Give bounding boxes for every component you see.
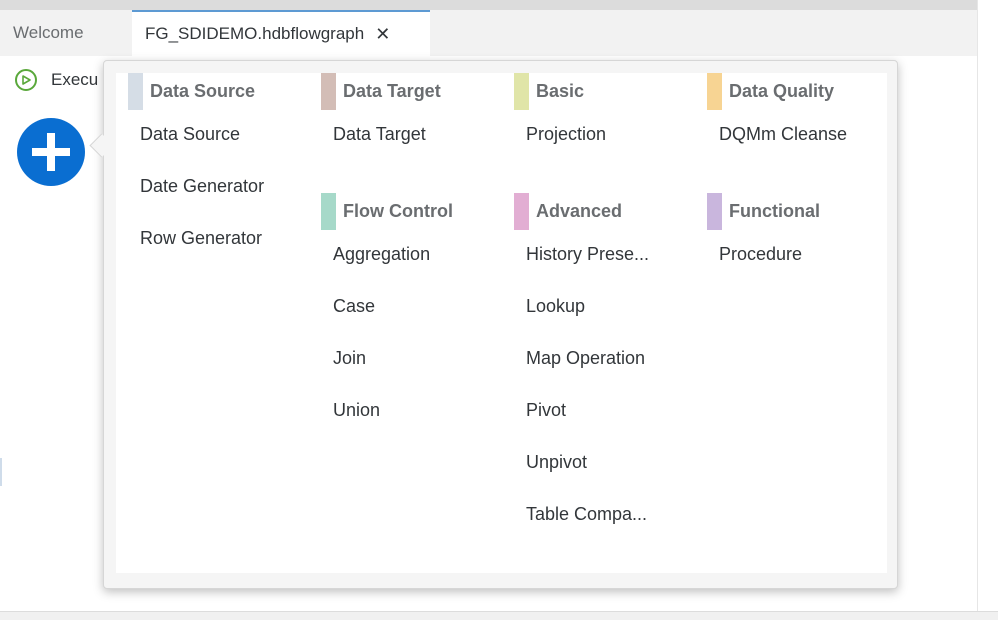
- palette-item-dqmm-cleanse[interactable]: DQMm Cleanse: [707, 108, 847, 160]
- editor-tab-bar: Welcome FG_SDIDEMO.hdbflowgraph ✕: [0, 10, 977, 56]
- tab-welcome[interactable]: Welcome: [0, 10, 132, 56]
- tab-flowgraph-label: FG_SDIDEMO.hdbflowgraph: [145, 24, 365, 43]
- close-icon[interactable]: ✕: [375, 24, 390, 45]
- group-header: Data Target: [321, 73, 441, 110]
- group-data-source: Data Source Data Source Date Generator R…: [128, 73, 264, 264]
- palette-item-union[interactable]: Union: [321, 384, 453, 436]
- add-node-button[interactable]: [17, 118, 85, 186]
- group-flow-control: Flow Control Aggregation Case Join Union: [321, 193, 453, 436]
- execute-button[interactable]: Execu: [15, 69, 98, 91]
- palette-item-data-source[interactable]: Data Source: [128, 108, 264, 160]
- palette-item-unpivot[interactable]: Unpivot: [514, 436, 649, 488]
- plus-icon: [32, 133, 70, 171]
- node-palette-popover: Data Source Data Source Date Generator R…: [103, 60, 898, 589]
- group-color-swatch: [321, 193, 336, 230]
- group-functional: Functional Procedure: [707, 193, 820, 280]
- palette-item-data-target[interactable]: Data Target: [321, 108, 441, 160]
- group-color-swatch: [128, 73, 143, 110]
- palette-item-lookup[interactable]: Lookup: [514, 280, 649, 332]
- group-title: Data Source: [150, 81, 256, 101]
- palette-item-aggregation[interactable]: Aggregation: [321, 228, 453, 280]
- node-palette-content: Data Source Data Source Date Generator R…: [116, 73, 887, 573]
- palette-item-map-operation[interactable]: Map Operation: [514, 332, 649, 384]
- group-color-swatch: [707, 193, 722, 230]
- palette-item-procedure[interactable]: Procedure: [707, 228, 820, 280]
- group-title: Functional: [729, 201, 820, 221]
- group-header: Data Quality: [707, 73, 847, 110]
- palette-item-row-generator[interactable]: Row Generator: [128, 212, 264, 264]
- group-title: Data Target: [343, 81, 441, 101]
- group-color-swatch: [514, 193, 529, 230]
- group-color-swatch: [321, 73, 336, 110]
- group-title: Advanced: [536, 201, 623, 221]
- group-header: Flow Control: [321, 193, 453, 230]
- play-icon: [15, 69, 37, 91]
- group-header: Basic: [514, 73, 606, 110]
- canvas-edge-marker: [0, 458, 2, 486]
- group-title: Basic: [536, 81, 585, 101]
- palette-item-join[interactable]: Join: [321, 332, 453, 384]
- editor-right-border: [977, 0, 978, 612]
- group-header: Functional: [707, 193, 820, 230]
- group-color-swatch: [707, 73, 722, 110]
- group-data-target: Data Target Data Target: [321, 73, 441, 160]
- window-top-strip: [0, 0, 977, 10]
- palette-item-projection[interactable]: Projection: [514, 108, 606, 160]
- group-header: Data Source: [128, 73, 264, 110]
- group-header: Advanced: [514, 193, 649, 230]
- group-color-swatch: [514, 73, 529, 110]
- group-data-quality: Data Quality DQMm Cleanse: [707, 73, 847, 160]
- group-title: Flow Control: [343, 201, 453, 221]
- palette-item-pivot[interactable]: Pivot: [514, 384, 649, 436]
- group-advanced: Advanced History Prese... Lookup Map Ope…: [514, 193, 649, 540]
- tab-welcome-label: Welcome: [13, 23, 84, 42]
- palette-item-case[interactable]: Case: [321, 280, 453, 332]
- palette-item-date-generator[interactable]: Date Generator: [128, 160, 264, 212]
- palette-item-table-comparison[interactable]: Table Compa...: [514, 488, 649, 540]
- group-title: Data Quality: [729, 81, 835, 101]
- palette-item-history-preserving[interactable]: History Prese...: [514, 228, 649, 280]
- tab-flowgraph[interactable]: FG_SDIDEMO.hdbflowgraph ✕: [132, 10, 430, 56]
- execute-label: Execu: [51, 70, 99, 89]
- group-basic: Basic Projection: [514, 73, 606, 160]
